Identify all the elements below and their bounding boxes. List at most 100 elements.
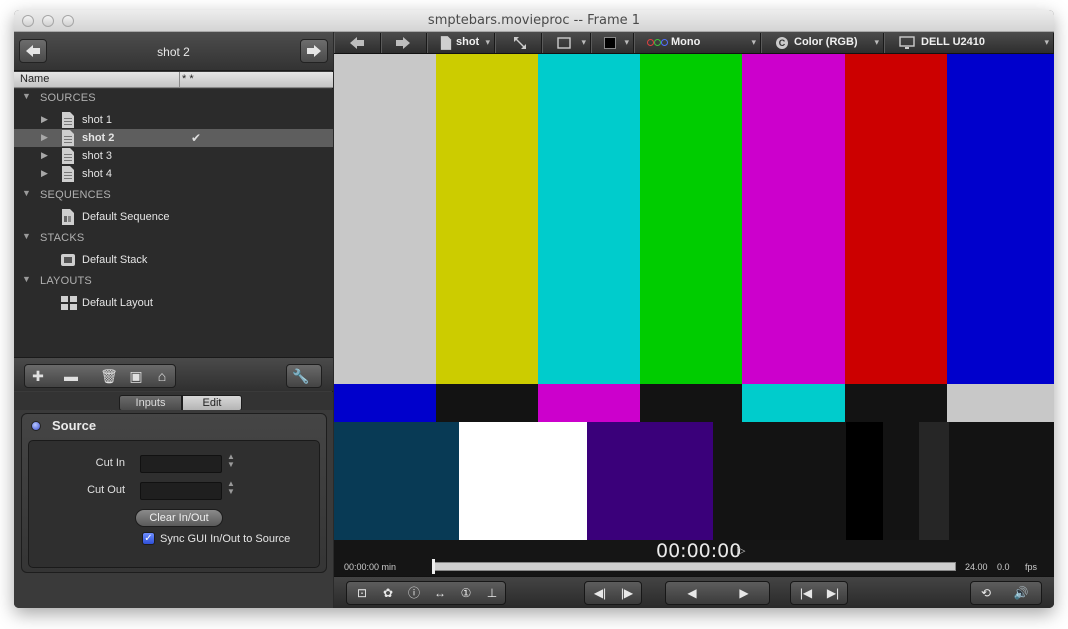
playback-options-group: ⟲ 🔊 [970,581,1042,605]
tree-item-label: Default Sequence [82,211,170,223]
name-column-header[interactable]: Name [20,73,49,85]
target-fps: 24.00 [965,562,988,572]
timeline-track[interactable] [434,562,956,571]
app-window: smptebars.movieproc -- Frame 1 shot 2 Na… [14,10,1054,608]
skip-to-end-icon[interactable]: ▶| [821,584,845,602]
disclosure-expanded-icon[interactable]: ▼ [22,188,31,198]
tree-item-shot-3[interactable]: ▶ shot 3 [14,147,333,165]
cut-out-stepper[interactable]: ▲ ▼ [226,480,236,496]
tree-item-shot-2[interactable]: ▶ shot 2 ✔ [14,129,333,147]
color-bar-green [640,54,742,384]
play-backward-icon[interactable]: ◀ [680,584,704,602]
clear-in-out-button[interactable]: Clear In/Out [135,509,223,527]
group-layouts[interactable]: ▼ LAYOUTS [14,272,333,290]
source-section: Source Cut In ▲ ▼ Cut Out ▲ ▼ Clear In/Out… [21,413,327,573]
timeline-start-time: 00:00:00 min [344,562,397,572]
crop-menu[interactable]: ▾ [542,33,591,53]
color-palette-icon[interactable]: ✿ [376,584,400,602]
tree-item-shot-4[interactable]: ▶ shot 4 [14,165,333,183]
image-viewer[interactable] [334,54,1054,540]
sync-checkbox[interactable]: ✓ [142,532,155,545]
background-menu[interactable]: ▾ [591,33,634,53]
cut-out-field[interactable] [140,482,222,500]
skip-to-start-icon[interactable]: |◀ [794,584,818,602]
step-forward-icon[interactable]: |▶ [615,584,639,602]
inspector-tabs: Inputs Edit [14,392,333,411]
tab-edit[interactable]: Edit [182,395,242,411]
color-bar-yellow [436,54,538,384]
color-bar-cyan [538,54,640,384]
prev-source-button[interactable] [334,33,381,53]
info-icon[interactable]: ⓘ [402,584,426,602]
color-bar-blue [947,54,1054,384]
home-icon[interactable]: ⌂ [152,367,172,385]
wipe-arrows-icon[interactable]: ↔ [428,584,452,602]
color-bar-magenta [742,54,845,384]
tree-item-label: shot 2 [82,132,115,144]
tree-item-label: Default Stack [82,254,148,266]
disclosure-collapsed-icon[interactable]: ▶ [41,168,48,179]
add-icon[interactable]: ✚ [28,367,48,385]
group-sources[interactable]: ▼ SOURCES [14,89,333,107]
disclosure-expanded-icon[interactable]: ▼ [22,231,31,241]
sequence-icon [62,209,74,225]
disclosure-expanded-icon[interactable]: ▼ [22,274,31,284]
channel-menu[interactable]: Mono ▾ [634,33,761,53]
color-menu[interactable]: C Color (RGB) ▾ [761,33,884,53]
tree-item-shot-1[interactable]: ▶ shot 1 [14,111,333,129]
file-icon [62,166,74,182]
tree-item-default-sequence[interactable]: Default Sequence [14,208,333,226]
pluge-light-black [919,422,949,540]
folder-icon[interactable]: ▬ [61,367,81,385]
volume-icon[interactable]: 🔊 [1009,584,1033,602]
playhead[interactable] [432,559,435,574]
cut-in-field[interactable] [140,455,222,473]
wrench-icon[interactable]: 🔧 [291,367,311,385]
group-sequences[interactable]: ▼ SEQUENCES [14,186,333,204]
disclosure-expanded-icon[interactable]: ▼ [22,91,31,101]
disclosure-collapsed-icon[interactable]: ▶ [41,150,48,161]
next-source-button[interactable] [381,33,427,53]
play-forward-icon[interactable]: ▶ [732,584,756,602]
timeline-magnifier-icon[interactable]: ① [454,584,478,602]
group-stacks[interactable]: ▼ STACKS [14,229,333,247]
tab-inputs[interactable]: Inputs [119,395,182,411]
dropdown-arrow-icon: ▾ [751,37,756,47]
disclosure-collapsed-icon[interactable]: ▶ [41,114,48,125]
tree-item-default-layout[interactable]: Default Layout [14,294,333,312]
timecode-display[interactable]: 00:00:00 [656,540,741,562]
frame-fit-button[interactable] [495,33,542,53]
cut-in-stepper[interactable]: ▲ ▼ [226,453,236,469]
settings-group: 🔧 [286,364,322,388]
session-manager-icon[interactable]: ⊡ [350,584,374,602]
tree-item-default-stack[interactable]: Default Stack [14,251,333,269]
forward-arrow-button[interactable] [300,39,328,63]
file-icon [62,130,74,146]
layout-grid-icon [61,296,77,310]
pluge-super-black [846,422,883,540]
tree-item-label: Default Layout [82,297,153,309]
castellation-cyan [742,384,845,422]
file-icon [62,112,74,128]
loop-icon[interactable]: ⟲ [974,584,998,602]
source-menu[interactable]: shot ▾ [427,33,495,53]
group-label: SEQUENCES [40,189,111,201]
title-bar: smptebars.movieproc -- Frame 1 [14,10,1054,32]
step-backward-icon[interactable]: ◀| [588,584,612,602]
info-note-icon[interactable]: ▣ [126,367,146,385]
flags-column-header[interactable]: * * [182,73,194,85]
source-section-header[interactable]: Source [22,414,326,437]
expand-arrows-icon [514,37,526,49]
castellation-blue [334,384,436,422]
jump-group: |◀ ▶| [790,581,848,605]
castellation-gray [947,384,1054,422]
tree-item-label: shot 4 [82,168,112,180]
timeline-icon[interactable]: ⊥ [480,584,504,602]
play-group: ◀ ▶ [665,581,770,605]
disclosure-collapsed-icon[interactable]: ▶ [41,132,48,143]
actual-fps: 0.0 [997,562,1010,572]
dropdown-arrow-icon: ▾ [624,37,629,47]
cut-out-label: Cut Out [87,484,125,496]
trash-icon[interactable]: 🗑 [99,367,119,385]
display-menu[interactable]: DELL U2410 ▾ [884,33,1054,53]
